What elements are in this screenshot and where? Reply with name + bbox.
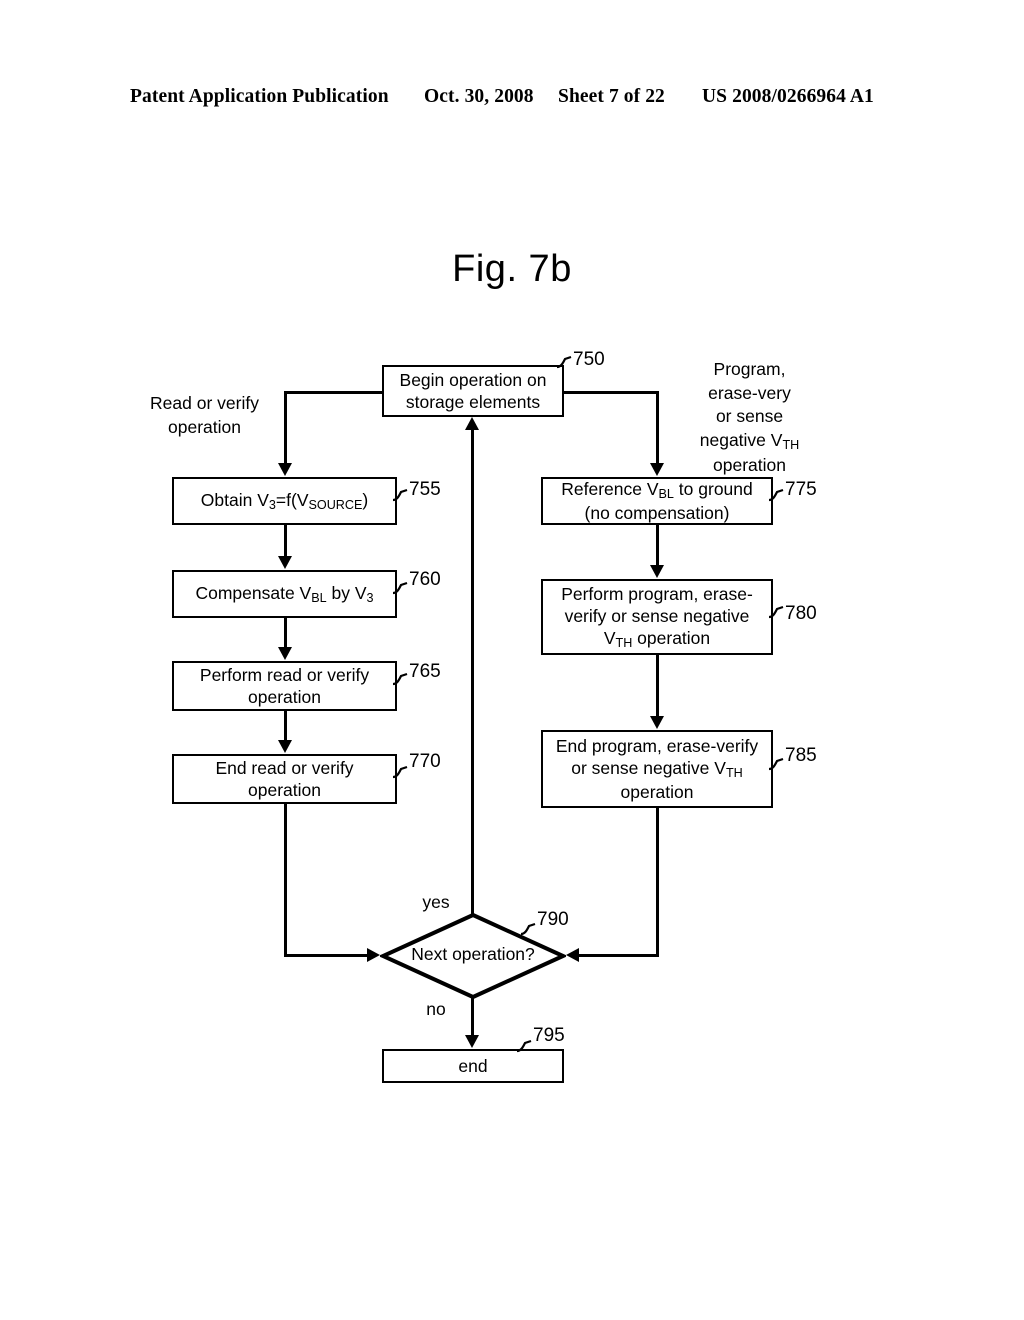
decision-no-label: no <box>426 999 446 1019</box>
arrowhead-into-780 <box>650 565 664 578</box>
patent-header: Patent Application Publication Oct. 30, … <box>130 86 894 112</box>
leader-755 <box>392 488 409 502</box>
decision-yes-label: yes <box>422 892 450 912</box>
node-perform-read-verify: Perform read or verify operation <box>172 661 397 711</box>
arrowhead-into-765 <box>278 647 292 660</box>
arrowhead-into-760 <box>278 556 292 569</box>
node-end-read-verify: End read or verify operation <box>172 754 397 804</box>
ref-number-790: 790 <box>537 909 569 930</box>
ref-number-770: 770 <box>409 751 441 772</box>
leader-790 <box>520 922 537 936</box>
arrowhead-into-775 <box>650 463 664 476</box>
connector-780-to-785 <box>656 655 659 717</box>
connector-765-to-770 <box>284 711 287 741</box>
leader-780 <box>768 605 785 619</box>
arrowhead-into-755 <box>278 463 292 476</box>
publication-date: Oct. 30, 2008 <box>424 86 534 107</box>
publication-label: Patent Application Publication <box>130 86 389 107</box>
connector-750-to-775-horizontal <box>562 391 659 394</box>
sheet-number: Sheet 7 of 22 <box>558 86 665 107</box>
leader-760 <box>392 581 409 595</box>
node-perform-program: Perform program, erase- verify or sense … <box>541 579 773 655</box>
ref-number-765: 765 <box>409 661 441 682</box>
ref-number-775: 775 <box>785 479 817 500</box>
leader-795 <box>516 1039 533 1053</box>
ref-number-750: 750 <box>573 349 605 370</box>
node-end-program: End program, erase-verify or sense negat… <box>541 730 773 808</box>
figure-title: Fig. 7b <box>452 248 572 290</box>
node-obtain-v3: Obtain V3=f(VSOURCE) <box>172 477 397 525</box>
left-branch-label: Read or verify operation <box>150 393 259 437</box>
connector-760-to-765 <box>284 618 287 648</box>
connector-770-to-decision-vertical <box>284 804 287 955</box>
leader-765 <box>392 672 409 686</box>
arrowhead-into-785 <box>650 716 664 729</box>
connector-775-to-780 <box>656 525 659 565</box>
ref-number-760: 760 <box>409 569 441 590</box>
ref-number-755: 755 <box>409 479 441 500</box>
ref-number-780: 780 <box>785 603 817 624</box>
leader-750 <box>556 355 573 369</box>
node-begin-operation: Begin operation on storage elements <box>382 365 564 417</box>
leader-770 <box>392 765 409 779</box>
connector-770-to-decision-horizontal <box>284 954 367 957</box>
connector-755-to-760 <box>284 525 287 557</box>
arrowhead-into-750-bottom <box>465 417 479 430</box>
right-branch-label: Program, erase-very or sense negative VT… <box>699 359 800 475</box>
node-end-terminal: end <box>382 1049 564 1083</box>
arrowhead-into-decision-right <box>566 948 579 962</box>
connector-785-to-decision-vertical <box>656 808 659 956</box>
decision-label: Next operation? <box>411 944 535 964</box>
node-reference-vbl-ground: Reference VBL to ground (no compensation… <box>541 477 773 525</box>
connector-750-to-775-vertical <box>656 391 659 463</box>
ref-number-795: 795 <box>533 1025 565 1046</box>
connector-decision-no-to-end <box>471 997 474 1036</box>
patent-number: US 2008/0266964 A1 <box>702 86 874 107</box>
connector-750-to-755-horizontal <box>285 391 384 394</box>
connector-750-to-755-vertical <box>284 391 287 463</box>
arrowhead-into-decision-left <box>367 948 380 962</box>
ref-number-785: 785 <box>785 745 817 766</box>
connector-decision-yes-to-750 <box>471 430 474 916</box>
leader-785 <box>768 757 785 771</box>
arrowhead-into-770 <box>278 740 292 753</box>
arrowhead-into-end <box>465 1035 479 1048</box>
leader-775 <box>768 488 785 502</box>
connector-785-to-decision-horizontal <box>578 954 659 957</box>
node-compensate-vbl: Compensate VBL by V3 <box>172 570 397 618</box>
